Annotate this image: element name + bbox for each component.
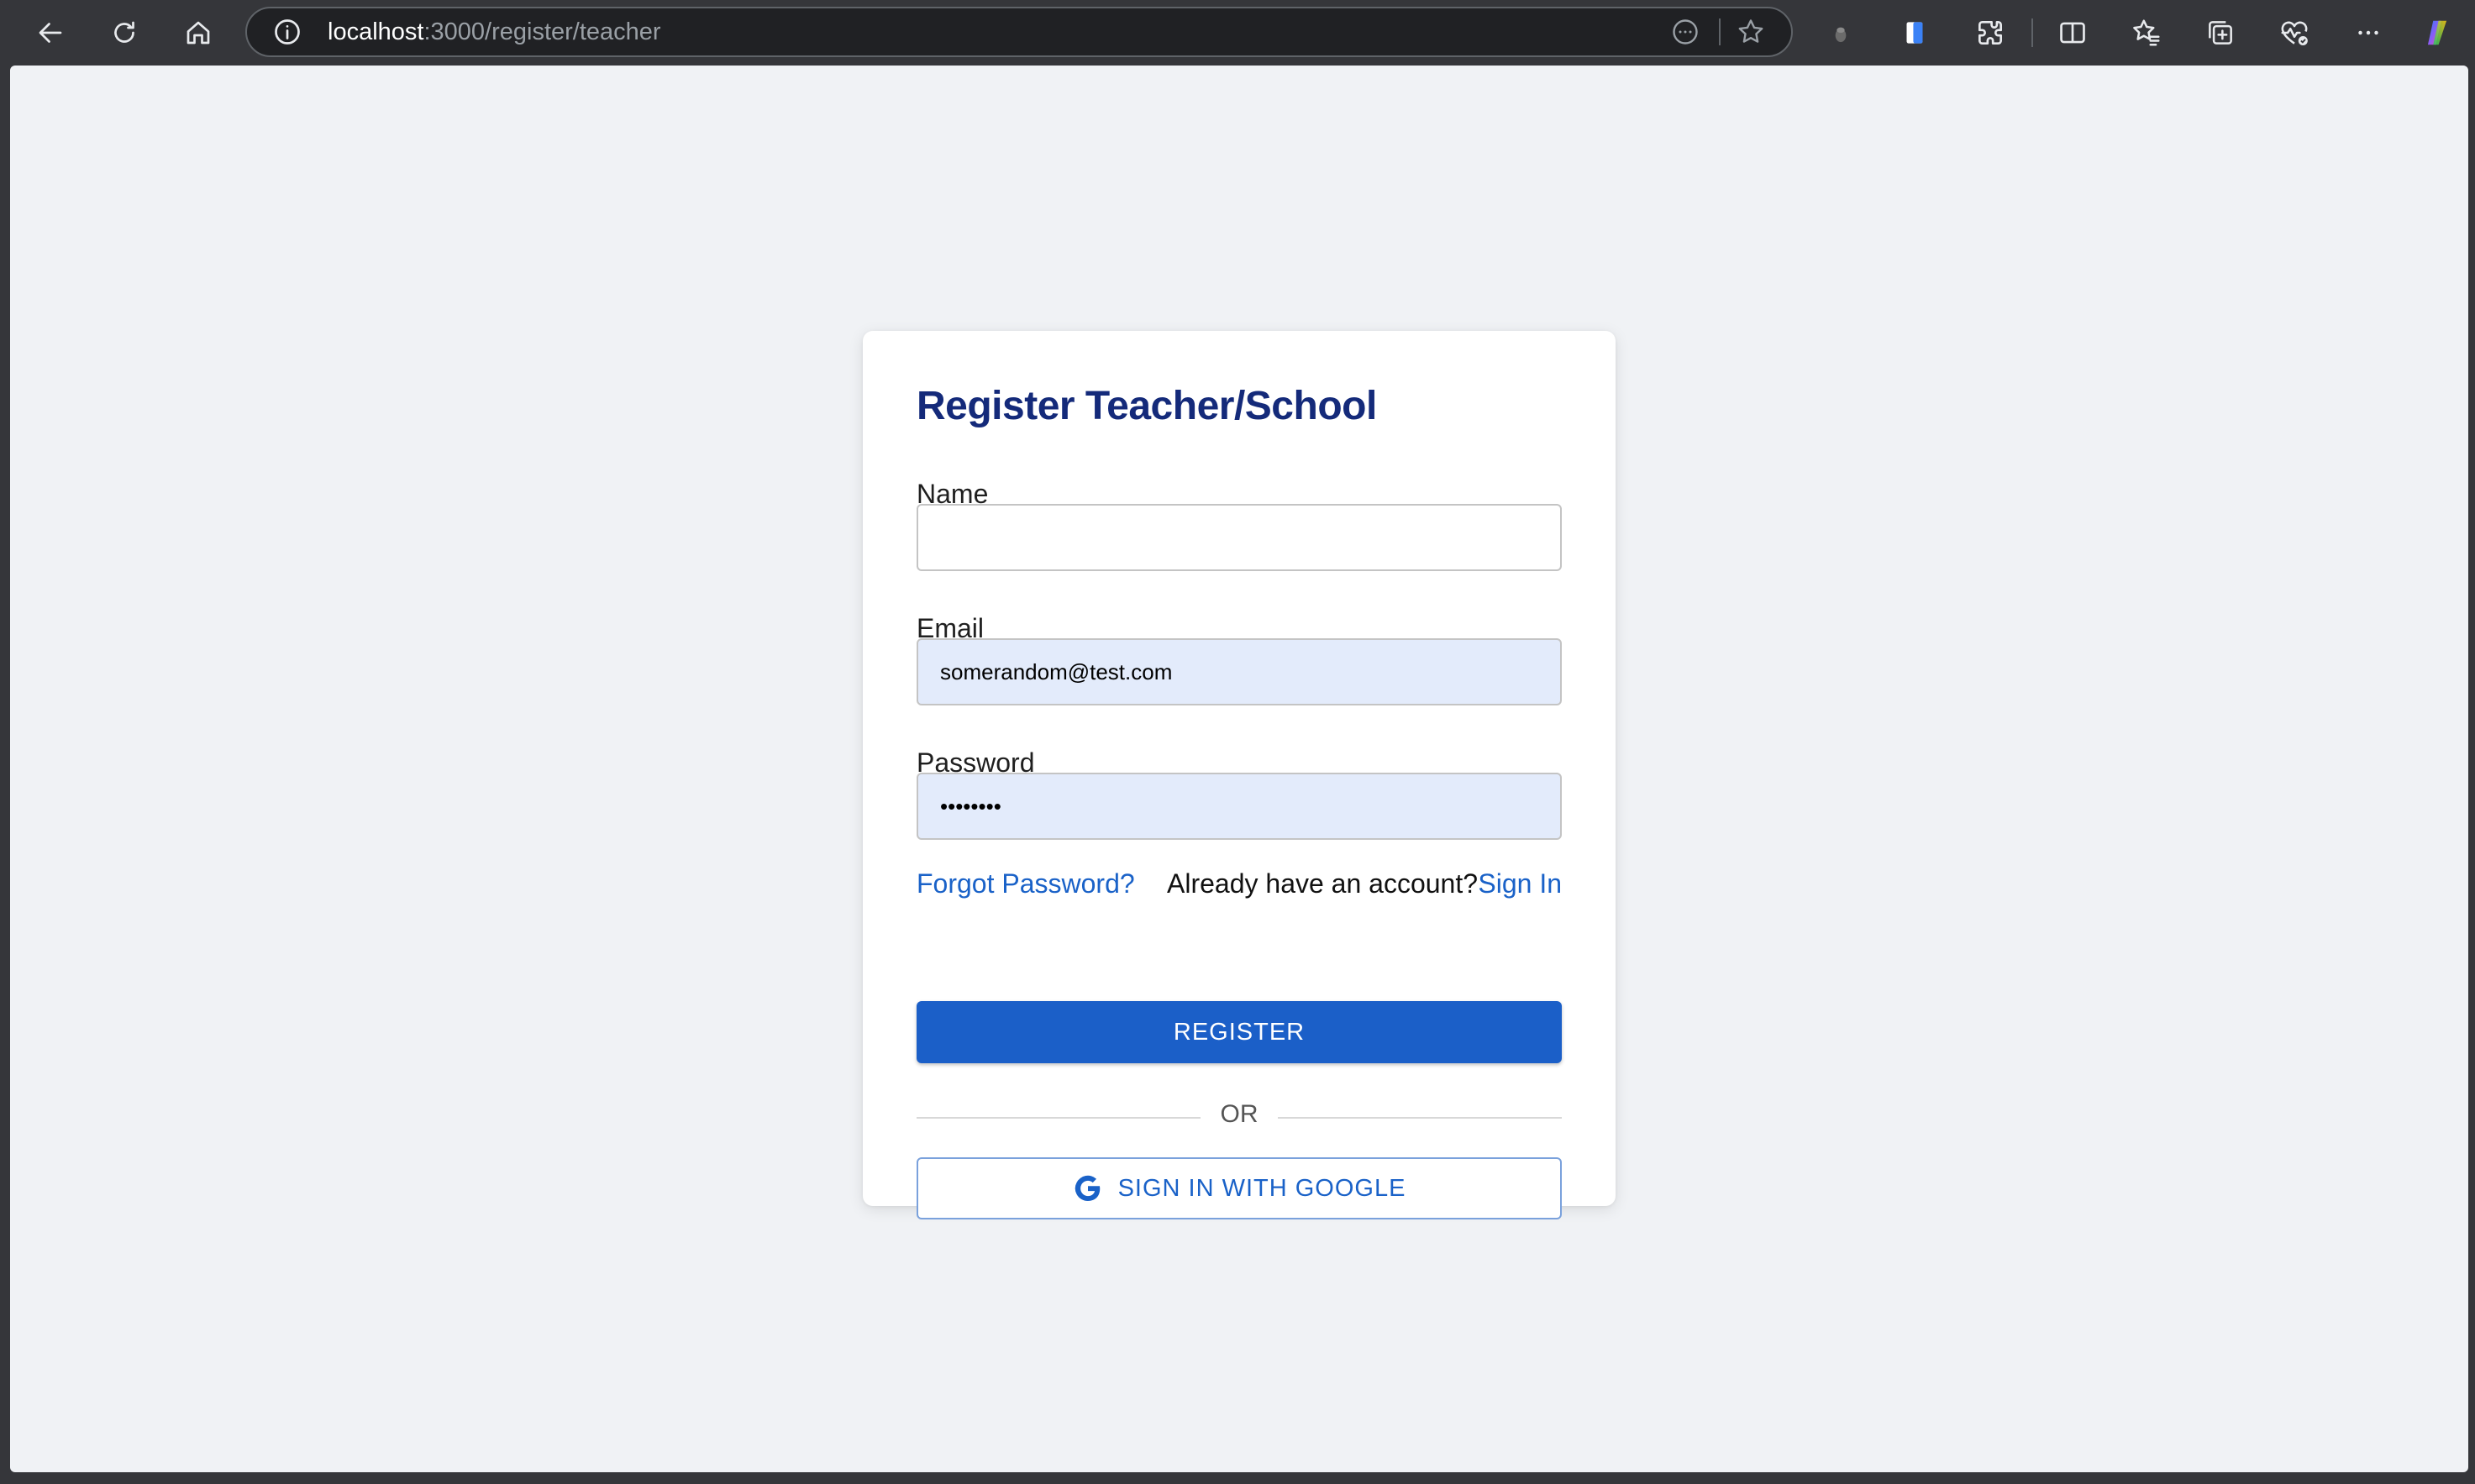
account-links-row: Forgot Password? Already have an account… bbox=[917, 868, 1562, 905]
toolbar-divider bbox=[2031, 18, 2033, 47]
url-text[interactable]: localhost:3000/register/teacher bbox=[328, 8, 661, 55]
google-signin-label: SIGN IN WITH GOOGLE bbox=[1117, 1174, 1406, 1202]
address-bar[interactable]: localhost:3000/register/teacher bbox=[245, 7, 1793, 57]
home-icon[interactable] bbox=[180, 14, 217, 51]
star-icon[interactable] bbox=[1736, 17, 1766, 47]
page-viewport: Register Teacher/School Name Email Passw… bbox=[10, 66, 2468, 1472]
heart-pulse-icon[interactable] bbox=[2277, 15, 2312, 50]
reload-icon[interactable] bbox=[106, 14, 143, 51]
url-divider bbox=[1719, 18, 1721, 45]
window-bottom-border bbox=[0, 1472, 2475, 1484]
register-button[interactable]: REGISTER bbox=[917, 1001, 1562, 1063]
google-signin-button[interactable]: SIGN IN WITH GOOGLE bbox=[917, 1157, 1562, 1219]
profile-icon[interactable] bbox=[1823, 15, 1858, 50]
reader-mode-icon[interactable] bbox=[1670, 17, 1700, 47]
browser-toolbar: localhost:3000/register/teacher bbox=[0, 0, 2475, 66]
copilot-icon[interactable] bbox=[2420, 15, 2455, 50]
sign-in-link[interactable]: Sign In bbox=[1478, 868, 1562, 899]
back-arrow-icon[interactable] bbox=[32, 14, 69, 51]
puzzle-icon[interactable] bbox=[1973, 15, 2008, 50]
password-field[interactable] bbox=[917, 773, 1562, 840]
account-prompt-text: Already have an account? bbox=[1167, 868, 1479, 899]
name-field[interactable] bbox=[917, 504, 1562, 571]
or-divider: OR bbox=[917, 1100, 1562, 1134]
or-text: OR bbox=[1220, 1100, 1259, 1128]
forgot-password-link[interactable]: Forgot Password? bbox=[917, 868, 1135, 899]
google-icon bbox=[1075, 1175, 1100, 1202]
favorites-icon[interactable] bbox=[2129, 15, 2164, 50]
page-title: Register Teacher/School bbox=[917, 384, 1377, 428]
collections-icon[interactable] bbox=[2203, 15, 2238, 50]
more-icon[interactable] bbox=[2351, 15, 2386, 50]
email-field[interactable] bbox=[917, 638, 1562, 705]
url-path: :3000/register/teacher bbox=[423, 18, 661, 45]
extension-icon[interactable] bbox=[1897, 15, 1932, 50]
info-icon[interactable] bbox=[272, 17, 302, 47]
split-screen-icon[interactable] bbox=[2055, 15, 2090, 50]
register-card: Register Teacher/School Name Email Passw… bbox=[863, 331, 1616, 1219]
url-host: localhost bbox=[328, 18, 424, 45]
